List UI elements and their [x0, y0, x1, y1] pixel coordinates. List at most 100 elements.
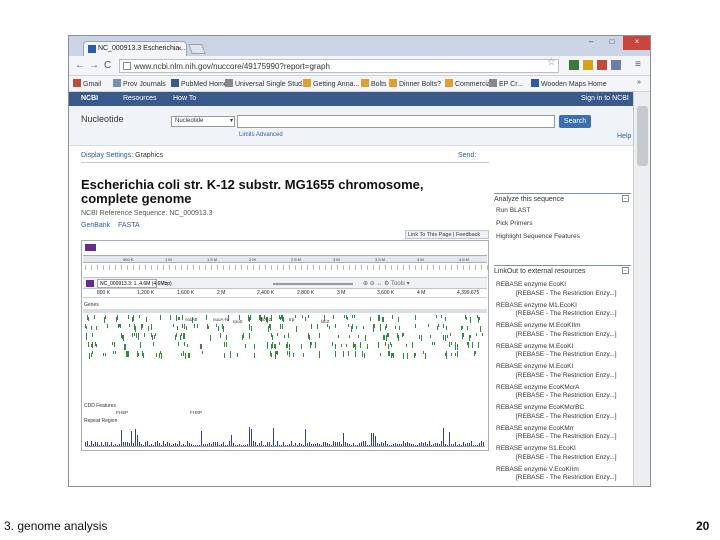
- display-settings[interactable]: Display Settings: Graphics: [81, 152, 163, 159]
- bookmark-item[interactable]: Commercial: [445, 79, 492, 88]
- linkout-item-title[interactable]: REBASE enzyme S1.EcoKI: [496, 445, 576, 452]
- histogram-bar: [139, 442, 140, 446]
- viewer-tool-icons[interactable]: ⊕ ⊖ ↔ ⚙ Tools ▾: [363, 280, 410, 287]
- bookmark-item[interactable]: Prov Journals: [113, 79, 166, 88]
- bookmark-item[interactable]: PubMed Home: [171, 79, 228, 88]
- collapse-icon[interactable]: −: [622, 195, 629, 202]
- linkout-item-source[interactable]: [REBASE - The Restriction Enzy...]: [516, 372, 617, 379]
- zoom-slider[interactable]: [273, 283, 353, 285]
- gene-mark: [356, 326, 357, 329]
- bookmarks-overflow-icon[interactable]: »: [637, 79, 641, 86]
- limits-advanced-links[interactable]: Limits Advanced: [239, 132, 283, 138]
- browser-tab[interactable]: NC_000913.3 Escherichia... ×: [83, 41, 187, 56]
- linkout-item-source[interactable]: [REBASE - The Restriction Enzy...]: [516, 392, 617, 399]
- ruler-tick: [157, 265, 158, 270]
- linkout-item-source[interactable]: [REBASE - The Restriction Enzy...]: [516, 351, 617, 358]
- histogram-bar: [205, 444, 206, 446]
- linkout-item-source[interactable]: [REBASE - The Restriction Enzy...]: [516, 474, 617, 481]
- gene-mark: [430, 335, 431, 338]
- linkout-item-title[interactable]: cpnDB: A Chaperonin Database: [496, 486, 588, 487]
- genome-viewer[interactable]: 500 K 1 M 1.5 M 2 M 2.5 M 3 M 3.5 M 4 M 4.5 M NC…: [81, 240, 489, 451]
- bookmark-item[interactable]: Gmail: [73, 79, 101, 88]
- extension-icon[interactable]: [583, 60, 593, 70]
- histogram-bar: [313, 444, 314, 446]
- linkout-item-title[interactable]: REBASE enzyme M.EcoKI: [496, 363, 573, 370]
- sign-in-link[interactable]: Sign in to NCBI: [581, 95, 629, 102]
- search-button[interactable]: Search: [559, 115, 591, 128]
- reload-icon[interactable]: C: [104, 60, 111, 71]
- linkout-item-title[interactable]: REBASE enzyme EcoKI: [496, 281, 566, 288]
- minimize-button[interactable]: –: [581, 36, 601, 50]
- ruler-tick: [205, 265, 206, 270]
- bookmark-item[interactable]: Dinner Bolts?: [389, 79, 441, 88]
- repeat-histogram[interactable]: [85, 425, 485, 447]
- histogram-bar: [239, 444, 240, 446]
- page-scrollbar[interactable]: [633, 92, 650, 486]
- link-to-page[interactable]: Link To This Page | Feedback: [405, 230, 489, 239]
- forward-icon[interactable]: →: [89, 60, 99, 71]
- linkout-item-title[interactable]: REBASE enzyme EcoKMcrBC: [496, 404, 584, 411]
- linkout-header[interactable]: LinkOut to external resources −: [494, 265, 631, 276]
- histogram-bar: [271, 445, 272, 446]
- linkout-item-title[interactable]: REBASE enzyme M.EcoKI: [496, 343, 573, 350]
- howto-menu[interactable]: How To: [173, 95, 196, 102]
- gene-mark: [281, 315, 282, 319]
- linkout-item-title[interactable]: REBASE enzyme EcoKMcrA: [496, 384, 579, 391]
- ruler-tick: [103, 265, 104, 270]
- send-menu[interactable]: Send:: [458, 152, 476, 159]
- bookmark-item[interactable]: EP Cr...: [489, 79, 523, 88]
- gene-mark: [125, 344, 126, 350]
- histogram-bar: [483, 442, 484, 446]
- resources-menu[interactable]: Resources: [123, 95, 156, 102]
- linkout-item-source[interactable]: [REBASE - The Restriction Enzy...]: [516, 433, 617, 440]
- fasta-link[interactable]: FASTA: [118, 222, 140, 229]
- ruler-tick: [403, 265, 404, 270]
- genbank-link[interactable]: GenBank: [81, 222, 110, 229]
- browser-menu-icon[interactable]: ≡: [635, 59, 641, 70]
- linkout-item-source[interactable]: [REBASE - The Restriction Enzy...]: [516, 310, 617, 317]
- cdd-label: FHSP: [190, 410, 203, 415]
- collapse-icon[interactable]: −: [622, 267, 629, 274]
- linkout-item-source[interactable]: [REBASE - The Restriction Enzy...]: [516, 413, 617, 420]
- extension-icon[interactable]: [611, 60, 621, 70]
- gene-mark: [455, 342, 456, 348]
- gene-mark: [332, 342, 333, 346]
- new-tab-button[interactable]: [188, 44, 206, 54]
- genes-track[interactable]: nrdAB nuoA-N rpoS fliA-Z trp lacZ: [85, 315, 485, 359]
- linkout-item-source[interactable]: [REBASE - The Restriction Enzy...]: [516, 331, 617, 338]
- database-select[interactable]: Nucleotide ▾: [171, 116, 235, 127]
- bookmark-star-icon[interactable]: ☆: [547, 57, 556, 68]
- close-window-button[interactable]: ×: [623, 36, 650, 50]
- gene-mark: [480, 326, 481, 332]
- highlight-features-link[interactable]: Highlight Sequence Features: [496, 233, 580, 240]
- bookmark-item[interactable]: Getting Anna...: [303, 79, 359, 88]
- ruler-tick: [415, 265, 416, 270]
- ncbi-logo[interactable]: NCBI: [81, 95, 98, 102]
- tab-close-icon[interactable]: ×: [177, 44, 182, 53]
- url-field[interactable]: www.ncbi.nlm.nih.gov/nuccore/49175990?re…: [119, 59, 559, 73]
- ruler-tick: [307, 265, 308, 270]
- search-input[interactable]: [237, 115, 555, 128]
- histogram-bar: [425, 442, 426, 446]
- extension-icon[interactable]: [597, 60, 607, 70]
- overview-ruler[interactable]: 500 K 1 M 1.5 M 2 M 2.5 M 3 M 3.5 M 4 M 4.5 M: [83, 255, 487, 263]
- back-icon[interactable]: ←: [75, 60, 85, 71]
- linkout-item-title[interactable]: REBASE enzyme V.EcoKIIm: [496, 466, 579, 473]
- bookmark-item[interactable]: Bolts: [361, 79, 387, 88]
- linkout-item-title[interactable]: REBASE enzyme M.EcoKIIm: [496, 322, 581, 329]
- pick-primers-link[interactable]: Pick Primers: [496, 220, 532, 227]
- linkout-item-source[interactable]: [REBASE - The Restriction Enzy...]: [516, 454, 617, 461]
- linkout-item-title[interactable]: REBASE enzyme M1.EcoKI: [496, 302, 577, 309]
- bookmark-item[interactable]: Wooden Maps Home: [531, 79, 607, 88]
- maximize-button[interactable]: □: [602, 36, 622, 50]
- accession-range-box[interactable]: NC_000913.3: 1..4.6M (4.6Mbp): [97, 279, 172, 288]
- linkout-item-source[interactable]: [REBASE - The Restriction Enzy...]: [516, 290, 617, 297]
- run-blast-link[interactable]: Run BLAST: [496, 207, 530, 214]
- gene-mark: [251, 326, 252, 331]
- bookmark-item[interactable]: Universal Single Stud...: [225, 79, 308, 88]
- linkout-item-title[interactable]: REBASE enzyme EcoKMrr: [496, 425, 574, 432]
- extension-icon[interactable]: [569, 60, 579, 70]
- help-link[interactable]: Help: [617, 133, 631, 140]
- analyze-header[interactable]: Analyze this sequence −: [494, 193, 631, 204]
- scrollbar-thumb[interactable]: [637, 106, 648, 166]
